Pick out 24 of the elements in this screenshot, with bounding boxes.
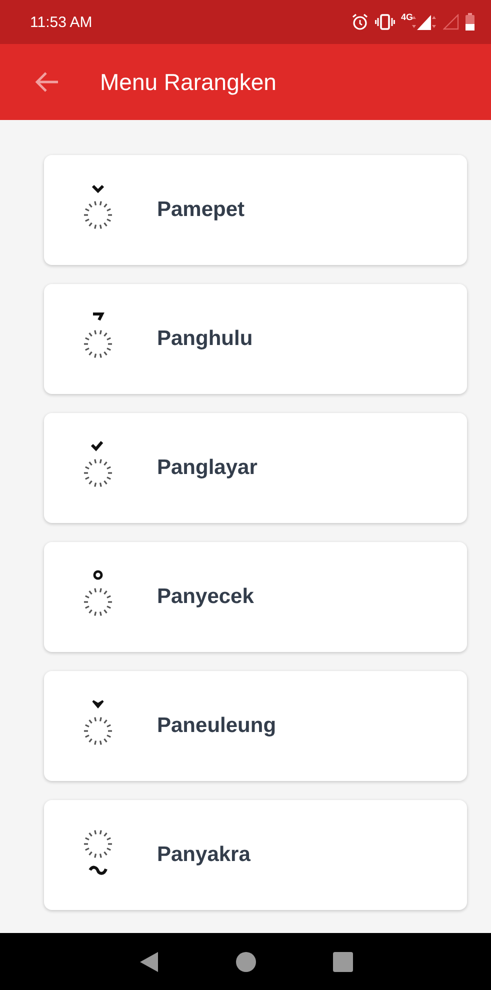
menu-card[interactable]: Panghulu [44, 284, 467, 394]
menu-card[interactable]: Pamepet [44, 155, 467, 265]
menu-card[interactable]: Panyecek [44, 542, 467, 652]
menu-card[interactable]: Paneuleung [44, 671, 467, 781]
network-label: 4G [400, 12, 413, 22]
menu-card[interactable]: Panglayar [44, 413, 467, 523]
signal-icon [411, 14, 437, 30]
home-icon[interactable] [236, 952, 256, 972]
menu-label: Panyecek [157, 585, 254, 609]
menu-label: Panghulu [157, 327, 253, 351]
back-arrow-icon [34, 71, 60, 93]
menu-label: Pamepet [157, 198, 245, 222]
menu-card[interactable]: Panyakra [44, 800, 467, 910]
menu-label: Panglayar [157, 456, 258, 480]
battery-icon [465, 13, 475, 31]
vibrate-icon [374, 14, 395, 30]
recents-icon[interactable] [332, 952, 352, 972]
signal-empty-icon [443, 14, 459, 30]
screen-title: Menu Rarangken [100, 68, 276, 96]
status-time: 11:53 AM [30, 14, 92, 30]
alarm-icon [350, 13, 369, 31]
menu-label: Panyakra [157, 843, 250, 867]
menu-label: Paneuleung [157, 714, 276, 738]
back-icon[interactable] [138, 950, 158, 972]
